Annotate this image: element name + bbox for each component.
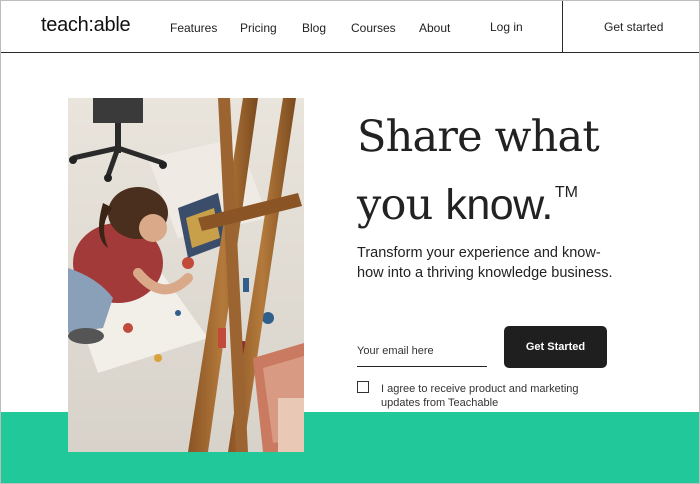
headline-line-2: you know. TM [357, 165, 599, 233]
headline-line-1: Share what [357, 112, 600, 162]
site-header: teach:able Features Pricing Blog Courses… [0, 0, 700, 53]
hero-subtext: Transform your experience and know-how i… [357, 245, 613, 281]
headline-know: know. [445, 181, 553, 229]
consent-checkbox[interactable] [357, 381, 369, 393]
hero-photo [68, 98, 304, 452]
nav-courses[interactable]: Courses [351, 21, 396, 35]
nav-pricing[interactable]: Pricing [240, 21, 277, 35]
trademark-symbol: TM [554, 184, 578, 201]
get-started-button[interactable]: Get Started [504, 326, 607, 368]
hero-headline: Share what you know. TM [357, 110, 600, 233]
consent-label: I agree to receive product and marketing… [381, 383, 579, 409]
email-field[interactable] [357, 336, 487, 367]
nav-features[interactable]: Features [170, 21, 217, 35]
nav-about[interactable]: About [419, 21, 450, 35]
nav-blog[interactable]: Blog [302, 21, 326, 35]
headline-you: you [357, 180, 446, 230]
teachable-logo[interactable]: teach:able [41, 14, 131, 37]
header-divider [562, 0, 563, 53]
header-get-started-link[interactable]: Get started [604, 20, 663, 34]
login-link[interactable]: Log in [490, 20, 523, 34]
